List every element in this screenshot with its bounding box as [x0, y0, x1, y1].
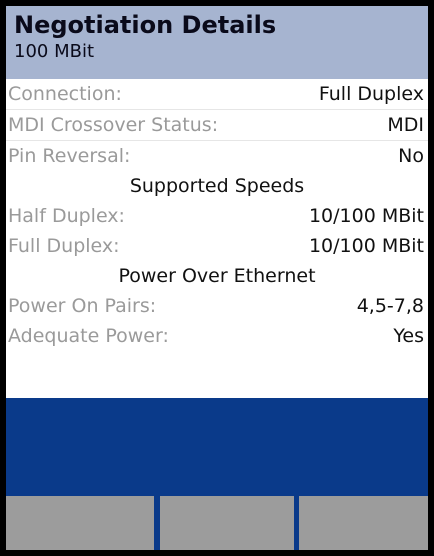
power-on-pairs-label: Power On Pairs: — [8, 295, 157, 317]
pin-reversal-label: Pin Reversal: — [8, 145, 131, 167]
details-panel: Connection: Full Duplex MDI Crossover St… — [6, 79, 428, 391]
power-on-pairs-value: 4,5-7,8 — [356, 295, 424, 317]
half-duplex-row: Half Duplex: 10/100 MBit — [6, 201, 428, 231]
half-duplex-label: Half Duplex: — [8, 205, 125, 227]
header: Negotiation Details 100 MBit — [6, 6, 428, 79]
page-title: Negotiation Details — [14, 11, 277, 39]
half-duplex-value: 10/100 MBit — [308, 205, 424, 227]
supported-speeds-heading: Supported Speeds — [129, 175, 305, 197]
device-screen: Negotiation Details 100 MBit Connection:… — [0, 0, 434, 556]
connection-label: Connection: — [8, 83, 122, 105]
pin-reversal-value: No — [398, 145, 424, 167]
full-duplex-value: 10/100 MBit — [308, 235, 424, 257]
softkey-left[interactable] — [6, 496, 154, 550]
softkey-middle[interactable] — [160, 496, 294, 550]
full-duplex-row: Full Duplex: 10/100 MBit — [6, 231, 428, 261]
power-over-ethernet-heading: Power Over Ethernet — [118, 265, 316, 287]
mdi-crossover-label: MDI Crossover Status: — [8, 114, 219, 136]
softkey-right[interactable] — [299, 496, 428, 550]
adequate-power-value: Yes — [393, 325, 424, 347]
softkey-bar — [6, 492, 428, 550]
adequate-power-row: Adequate Power: Yes — [6, 321, 428, 351]
mdi-crossover-row: MDI Crossover Status: MDI — [6, 110, 428, 141]
connection-value: Full Duplex — [318, 83, 424, 105]
power-on-pairs-row: Power On Pairs: 4,5-7,8 — [6, 291, 428, 321]
mdi-crossover-value: MDI — [387, 114, 424, 136]
connection-row: Connection: Full Duplex — [6, 79, 428, 110]
link-speed-subtitle: 100 MBit — [14, 41, 95, 62]
pin-reversal-row: Pin Reversal: No — [6, 141, 428, 171]
full-duplex-label: Full Duplex: — [8, 235, 120, 257]
status-band — [6, 398, 428, 492]
adequate-power-label: Adequate Power: — [8, 325, 169, 347]
